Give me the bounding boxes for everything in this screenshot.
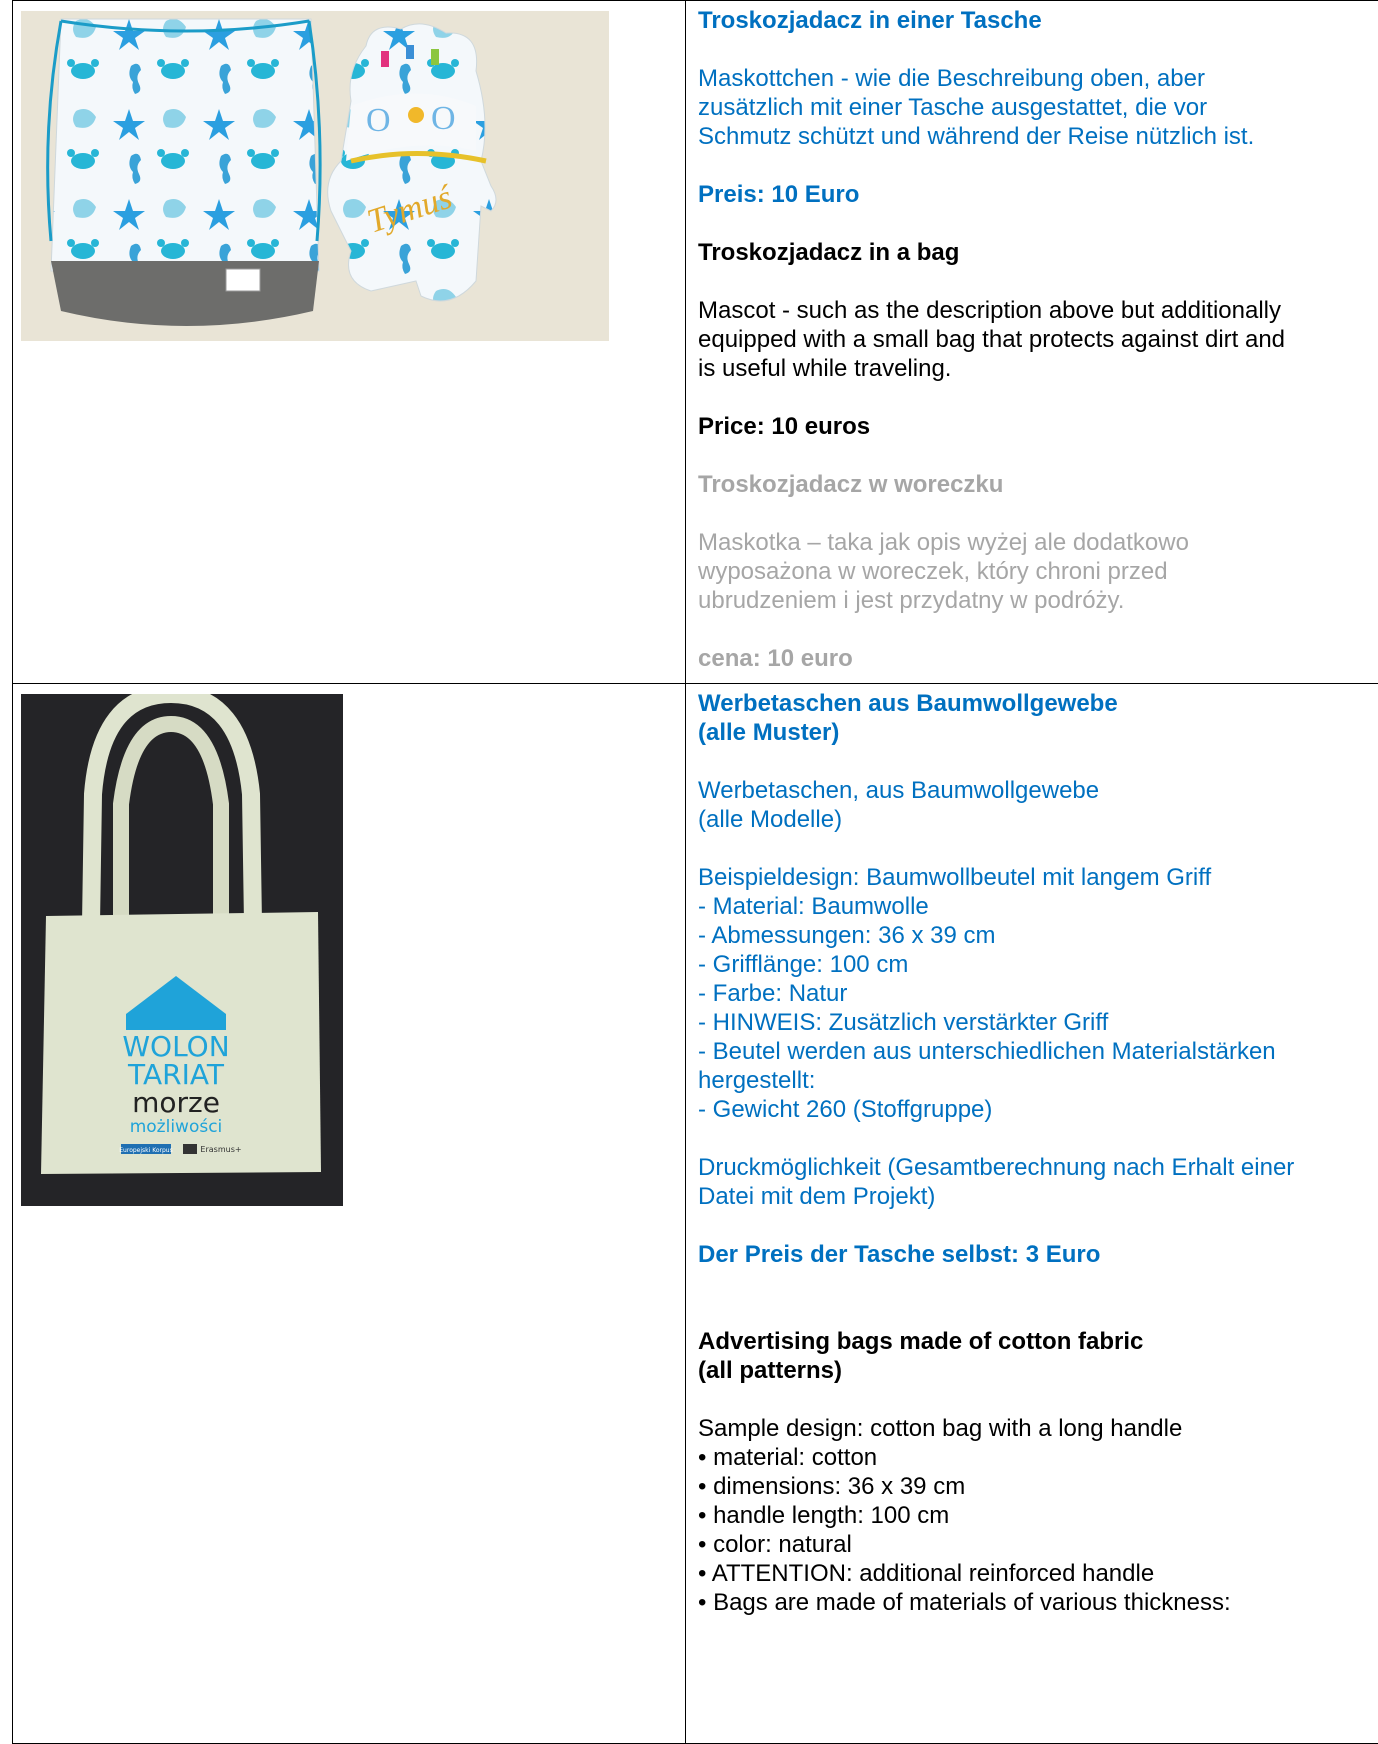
bag-print-line3: morze: [132, 1086, 220, 1119]
product-row-cotton-bag: WOLON TARIAT morze możliwości Europejski…: [13, 684, 1378, 1744]
de-price: Preis: 10 Euro: [698, 180, 1368, 209]
cotton-tote-bag-photo: WOLON TARIAT morze możliwości Europejski…: [21, 694, 343, 1206]
de-specifications: Beispieldesign: Baumwollbeutel mit lange…: [698, 863, 1368, 1124]
de-title: Werbetaschen aus Baumwollgewebe (alle Mu…: [698, 689, 1368, 747]
product-description-cell: Werbetaschen aus Baumwollgewebe (alle Mu…: [686, 684, 1378, 1744]
pl-title: Troskozjadacz w woreczku: [698, 470, 1368, 499]
product-description-cell: Troskozjadacz in einer Tasche Maskottche…: [686, 1, 1378, 684]
bag-logo-2: Erasmus+: [200, 1145, 241, 1154]
en-title: Advertising bags made of cotton fabric (…: [698, 1327, 1368, 1385]
de-title: Troskozjadacz in einer Tasche: [698, 6, 1368, 35]
bag-logo-1: Europejski Korpus: [119, 1147, 172, 1154]
en-specifications: Sample design: cotton bag with a long ha…: [698, 1414, 1368, 1617]
en-price: Price: 10 euros: [698, 412, 1368, 441]
pl-price: cena: 10 euro: [698, 644, 1368, 673]
drawstring-bag-and-mascot-photo: O O Tymuś: [21, 11, 609, 341]
pl-description: Maskotka – taka jak opis wyżej ale dodat…: [698, 528, 1368, 615]
de-description: Maskottchen - wie die Beschreibung oben,…: [698, 64, 1368, 151]
product-table: O O Tymuś Troskozjadacz in einer Tasche …: [12, 0, 1378, 1744]
de-price: Der Preis der Tasche selbst: 3 Euro: [698, 1240, 1368, 1269]
svg-text:O: O: [431, 100, 456, 137]
bag-print-line4: możliwości: [130, 1117, 223, 1137]
en-title: Troskozjadacz in a bag: [698, 238, 1368, 267]
de-intro: Werbetaschen, aus Baumwollgewebe (alle M…: [698, 776, 1368, 834]
svg-text:O: O: [366, 102, 391, 139]
product-image-cell: O O Tymuś: [13, 1, 686, 684]
de-print-option: Druckmöglichkeit (Gesamtberechnung nach …: [698, 1153, 1368, 1211]
product-row-troskozjadacz: O O Tymuś Troskozjadacz in einer Tasche …: [13, 1, 1378, 684]
product-image-cell: WOLON TARIAT morze możliwości Europejski…: [13, 684, 686, 1744]
en-description: Mascot - such as the description above b…: [698, 296, 1368, 383]
